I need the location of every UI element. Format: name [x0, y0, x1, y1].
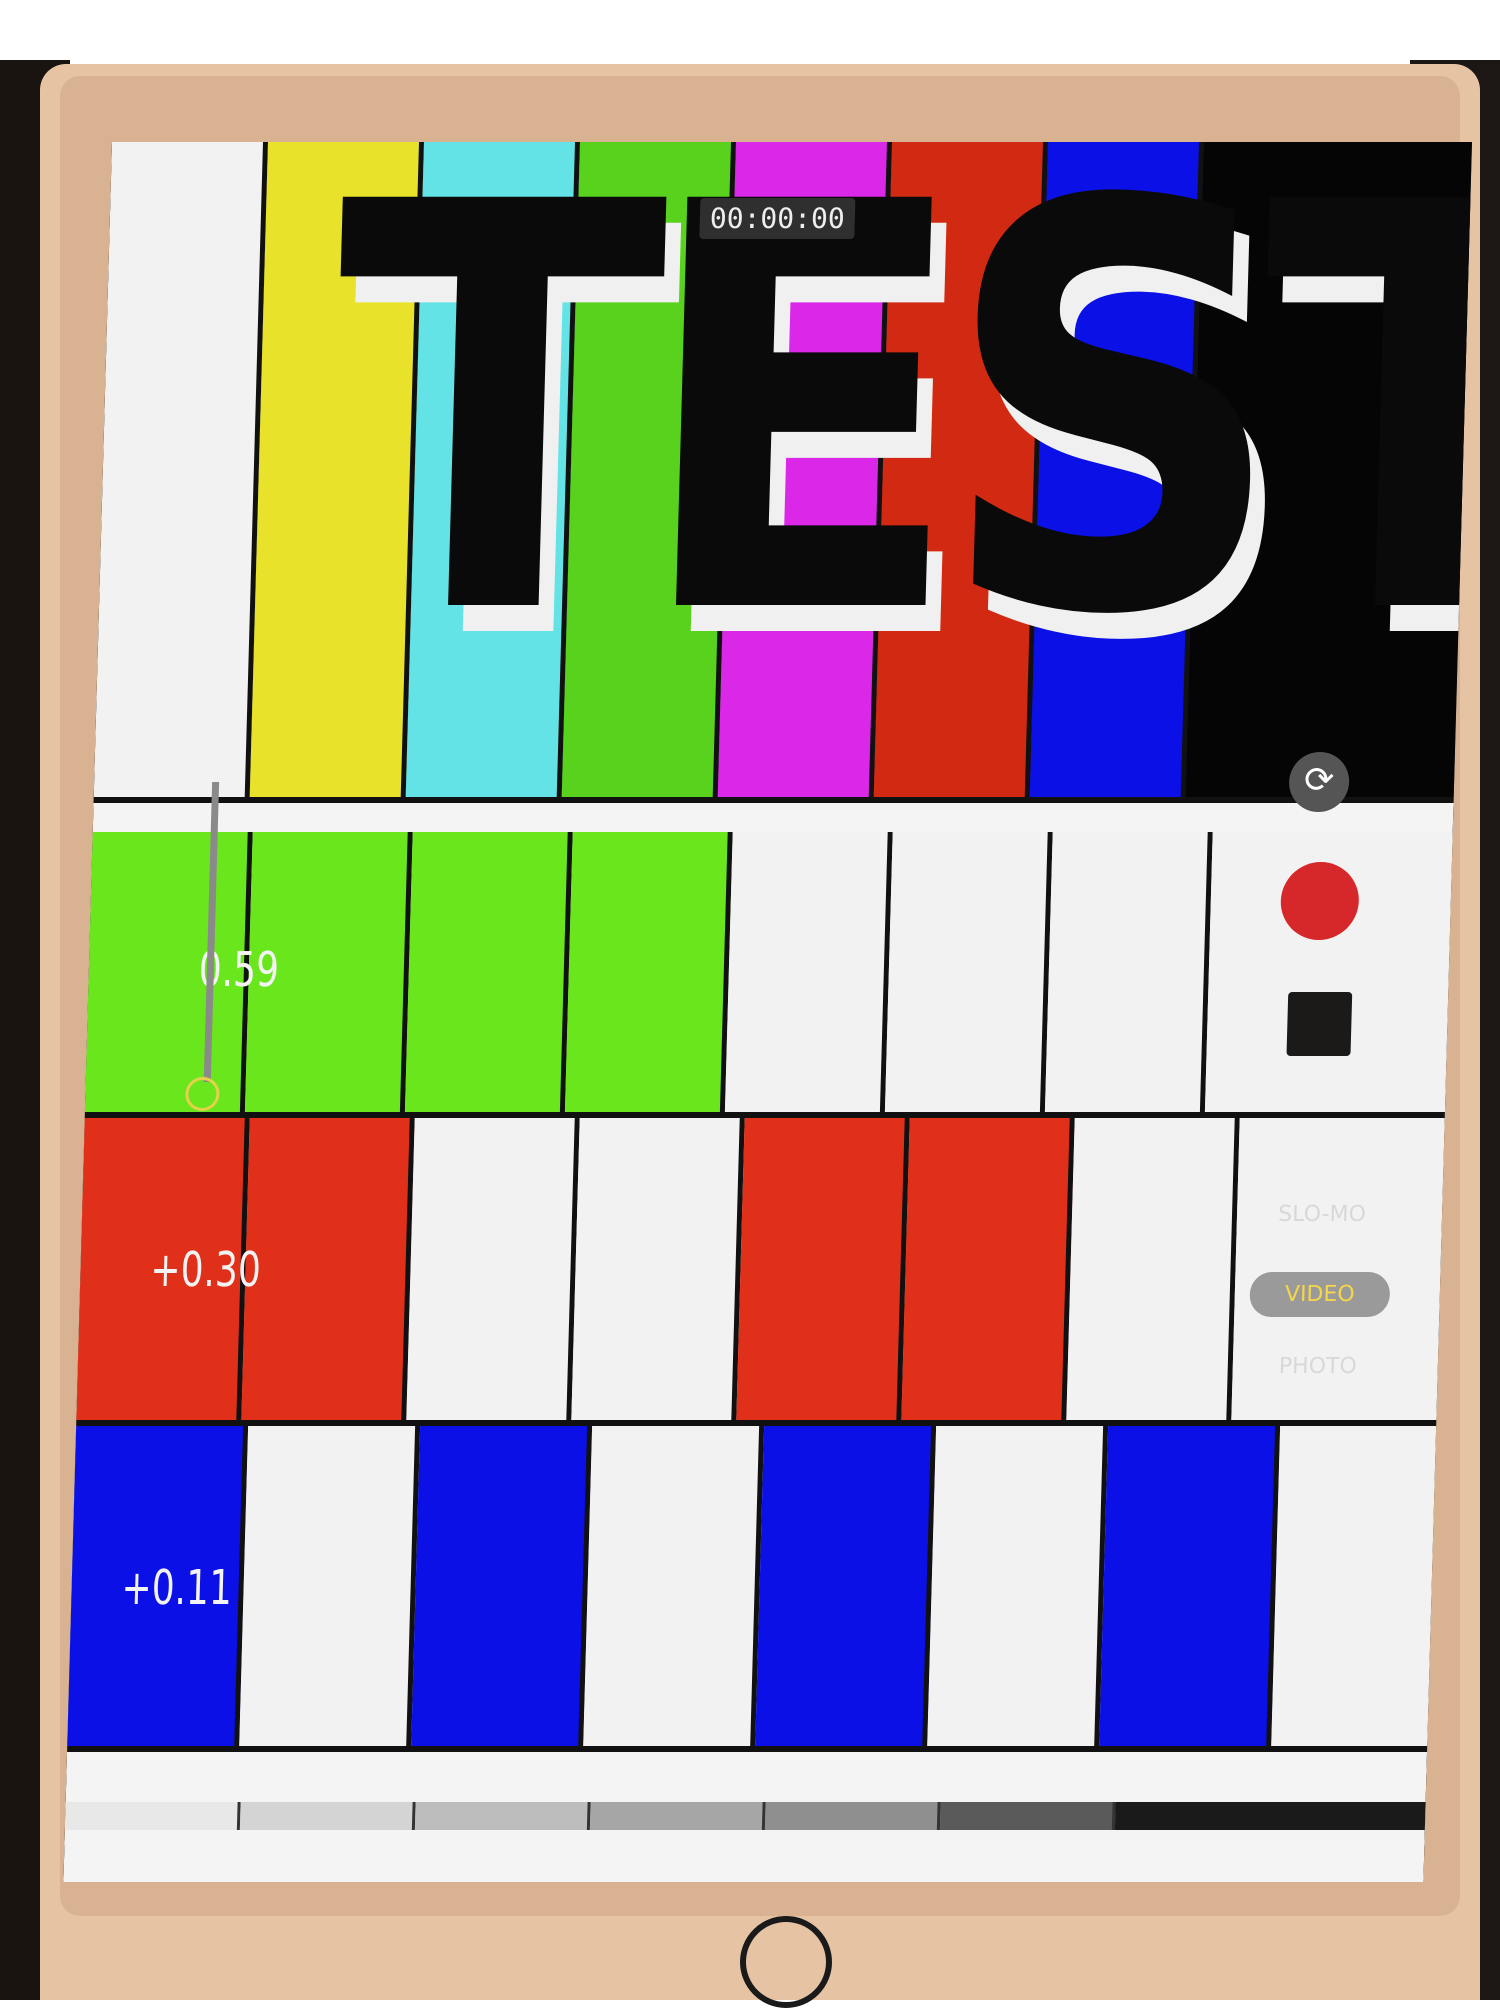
strip-segment	[64, 1802, 241, 1830]
stop-icon[interactable]	[1286, 992, 1353, 1056]
exposure-value-blue: +0.11	[120, 1560, 233, 1616]
cell-white	[1066, 1118, 1240, 1420]
tablet-screen: TEST 0.59 +0.30 +0.11 00:00:00 ⟳ SLO-MO …	[63, 142, 1472, 1882]
cell-white	[583, 1426, 765, 1746]
flip-camera-icon[interactable]: ⟳	[1288, 752, 1350, 812]
cell-lime	[404, 832, 573, 1112]
cell-lime	[564, 832, 733, 1112]
recording-timer: 00:00:00	[699, 198, 856, 239]
cell-white	[406, 1118, 580, 1420]
cell-white	[239, 1426, 421, 1746]
cell-white	[1044, 832, 1213, 1112]
cell-red	[241, 1118, 415, 1420]
cell-blue	[755, 1426, 937, 1746]
mode-slomo[interactable]: SLO-MO	[1252, 1202, 1393, 1227]
cell-white	[1271, 1426, 1437, 1746]
tablet-device: TEST 0.59 +0.30 +0.11 00:00:00 ⟳ SLO-MO …	[40, 64, 1480, 2008]
cell-red	[736, 1118, 910, 1420]
pattern-row-blue	[67, 1426, 1437, 1752]
home-button[interactable]	[740, 1916, 832, 2008]
test-pattern-top: TEST	[93, 142, 1472, 803]
greyscale-strip	[64, 1802, 1426, 1830]
test-headline: TEST	[325, 142, 1472, 738]
camera-viewfinder: TEST 0.59 +0.30 +0.11 00:00:00 ⟳ SLO-MO …	[63, 142, 1472, 1882]
strip-segment	[589, 1802, 766, 1830]
strip-segment	[1114, 1802, 1426, 1830]
strip-segment	[239, 1802, 416, 1830]
strip-segment	[939, 1802, 1116, 1830]
pattern-row-red	[76, 1118, 1445, 1426]
cell-blue	[1099, 1426, 1281, 1746]
cell-blue	[411, 1426, 593, 1746]
mode-photo[interactable]: PHOTO	[1247, 1354, 1388, 1379]
pattern-row-green	[84, 832, 1453, 1118]
strip-segment	[764, 1802, 941, 1830]
cell-white	[724, 832, 893, 1112]
cell-red	[901, 1118, 1075, 1420]
strip-segment	[414, 1802, 591, 1830]
cell-white	[884, 832, 1053, 1112]
mode-video[interactable]: VIDEO	[1249, 1272, 1391, 1317]
exposure-value-red: +0.30	[149, 1242, 262, 1298]
bar-white	[93, 142, 268, 797]
cell-white	[927, 1426, 1109, 1746]
cell-white	[571, 1118, 745, 1420]
